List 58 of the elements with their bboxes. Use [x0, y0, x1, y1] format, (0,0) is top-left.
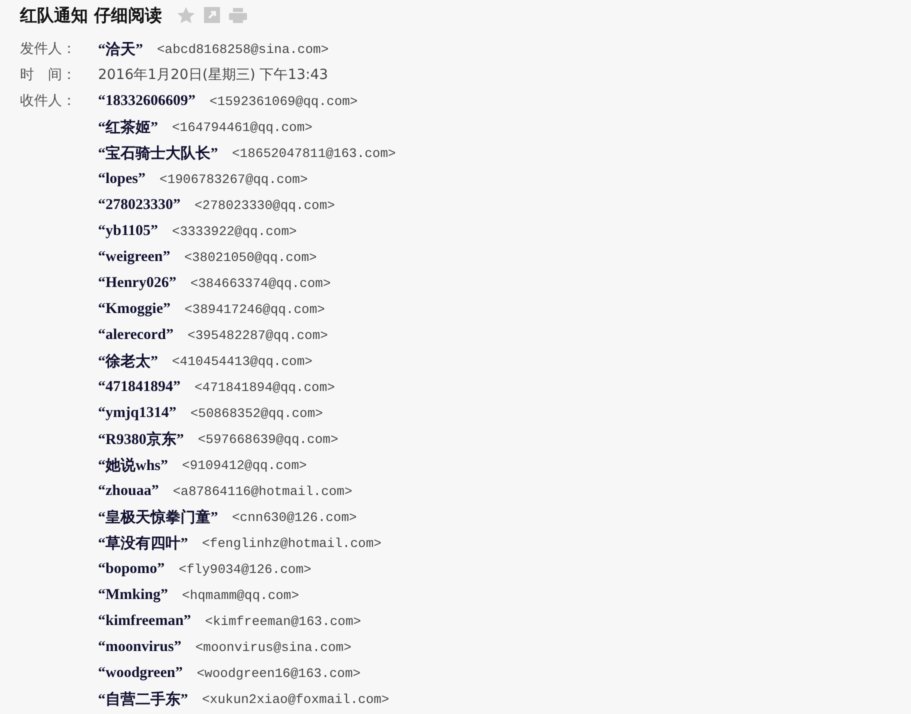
recipient-name: “徐老太”: [98, 352, 158, 370]
recipient-name: “自营二手东”: [98, 690, 188, 708]
sender-email: <abcd8168258@sina.com>: [157, 42, 329, 56]
recipient-email: <xukun2xiao@foxmail.com>: [202, 692, 390, 706]
recipient-email: <278023330@qq.com>: [194, 198, 335, 212]
recipient-name: “红茶姬”: [98, 118, 158, 136]
recipient-email: <woodgreen16@163.com>: [196, 666, 361, 680]
field-label: 收件人：: [20, 92, 77, 110]
recipient-email: <38021050@qq.com>: [184, 250, 317, 264]
recipient-name: “moonvirus”: [98, 638, 182, 656]
recipient-email: <395482287@qq.com>: [188, 328, 328, 342]
recipient-name: “bopomo”: [98, 560, 165, 578]
mail-subject: 红队通知 仔细阅读: [20, 4, 162, 26]
recipient-email: <1906783267@qq.com>: [160, 172, 308, 186]
recipient-email: <597668639@qq.com>: [198, 432, 338, 446]
recipient-email: <164794461@qq.com>: [172, 120, 312, 134]
recipient-email: <471841894@qq.com>: [194, 380, 335, 394]
recipient-name: “18332606609”: [98, 92, 196, 110]
recipient-name: “woodgreen”: [98, 664, 183, 682]
recipient-email: <410454413@qq.com>: [172, 354, 312, 368]
recipient-name: “278023330”: [98, 196, 180, 214]
print-icon[interactable]: [228, 8, 247, 22]
star-icon[interactable]: [176, 6, 195, 24]
recipient-name: “yb1105”: [98, 222, 158, 240]
recipient-name: “Henry026”: [98, 274, 176, 292]
recipient-name: “lopes”: [98, 170, 146, 188]
recipient-name: “alerecord”: [98, 326, 174, 344]
recipient-email: <389417246@qq.com>: [184, 302, 325, 316]
field-label: 时 间：: [20, 66, 77, 84]
sent-time: 2016年1月20日(星期三) 下午13:43: [98, 66, 328, 84]
recipient-email: <fenglinhz@hotmail.com>: [202, 536, 382, 550]
recipient-name: “weigreen”: [98, 248, 170, 266]
recipient-name: “皇极天惊拳门童”: [98, 508, 218, 526]
recipient-email: <a87864116@hotmail.com>: [172, 484, 352, 498]
popout-icon[interactable]: [204, 7, 220, 23]
recipient-name: “R9380京东”: [98, 430, 184, 448]
recipient-email: <50868352@qq.com>: [190, 406, 323, 420]
recipient-name: “她说whs”: [98, 456, 168, 474]
recipient-name: “Mmking”: [98, 586, 168, 604]
field-label: 发件人：: [20, 40, 77, 58]
recipient-name: “471841894”: [98, 378, 180, 396]
recipient-email: <cnn630@126.com>: [232, 510, 357, 524]
recipient-name: “草没有四叶”: [98, 534, 188, 552]
recipient-email: <3333922@qq.com>: [172, 224, 297, 238]
recipient-email: <fly9034@126.com>: [178, 562, 312, 576]
recipient-email: <moonvirus@sina.com>: [195, 640, 352, 654]
recipient-email: <1592361069@qq.com>: [210, 94, 358, 108]
recipient-name: “ymjq1314”: [98, 404, 176, 422]
recipient-name: “宝石骑士大队长”: [98, 144, 218, 162]
recipient-name: “kimfreeman”: [98, 612, 192, 630]
sender-name: “洽天”: [98, 40, 143, 58]
recipient-email: <9109412@qq.com>: [182, 458, 307, 472]
recipient-name: “Kmoggie”: [98, 300, 170, 318]
recipient-email: <kimfreeman@163.com>: [205, 614, 362, 628]
recipient-name: “zhouaa”: [98, 482, 159, 500]
recipient-email: <384663374@qq.com>: [190, 276, 331, 290]
recipient-email: <hqmamm@qq.com>: [182, 588, 300, 602]
recipient-email: <18652047811@163.com>: [232, 146, 396, 160]
